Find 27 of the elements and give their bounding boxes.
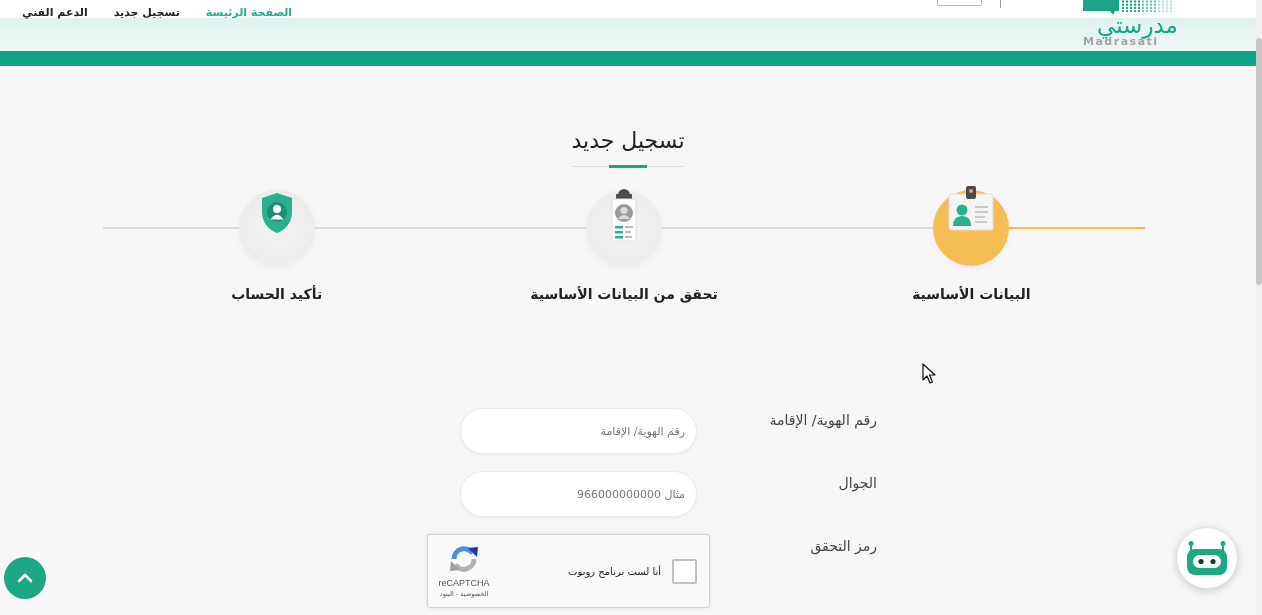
step-label: تأكيد الحساب [231, 284, 323, 304]
scroll-top-button[interactable] [4, 557, 46, 599]
step-label: تحقق من البيانات الأساسية [530, 285, 718, 304]
chatbot-button[interactable] [1176, 527, 1238, 589]
nav-link[interactable]: تسجيل جديد [113, 6, 180, 20]
scrollbar-thumb[interactable] [1256, 38, 1262, 285]
chevron-up-icon [17, 573, 33, 583]
text-field[interactable]: مثال 966000000000 [460, 471, 697, 517]
header-button[interactable] [937, 0, 982, 6]
checkbox[interactable] [672, 558, 697, 584]
captcha-label: أنا لست برنامج روبوت [568, 565, 661, 577]
id-card-icon [947, 186, 996, 232]
nav-link[interactable]: الدعم الفني [22, 6, 88, 20]
page-title: تسجيل جديد [571, 127, 685, 155]
text-field[interactable]: رقم الهوية/ الإقامة [460, 408, 697, 454]
captcha-brand: reCAPTCHA [438, 577, 490, 589]
robot-icon [1185, 541, 1229, 575]
circular-arrows-icon [449, 543, 479, 574]
field-label: رمز التحقق [809, 537, 877, 556]
id-badge-icon [611, 188, 637, 242]
field-label: رقم الهوية/ الإقامة [768, 411, 877, 430]
step-label: البيانات الأساسية [912, 285, 1031, 304]
shield-user-icon [260, 192, 293, 234]
logo-subtitle: Madrasati [1083, 36, 1159, 47]
mouse-pointer-icon [922, 363, 936, 384]
field-label: الجوال [837, 474, 877, 493]
logo-icon [1083, 0, 1175, 15]
